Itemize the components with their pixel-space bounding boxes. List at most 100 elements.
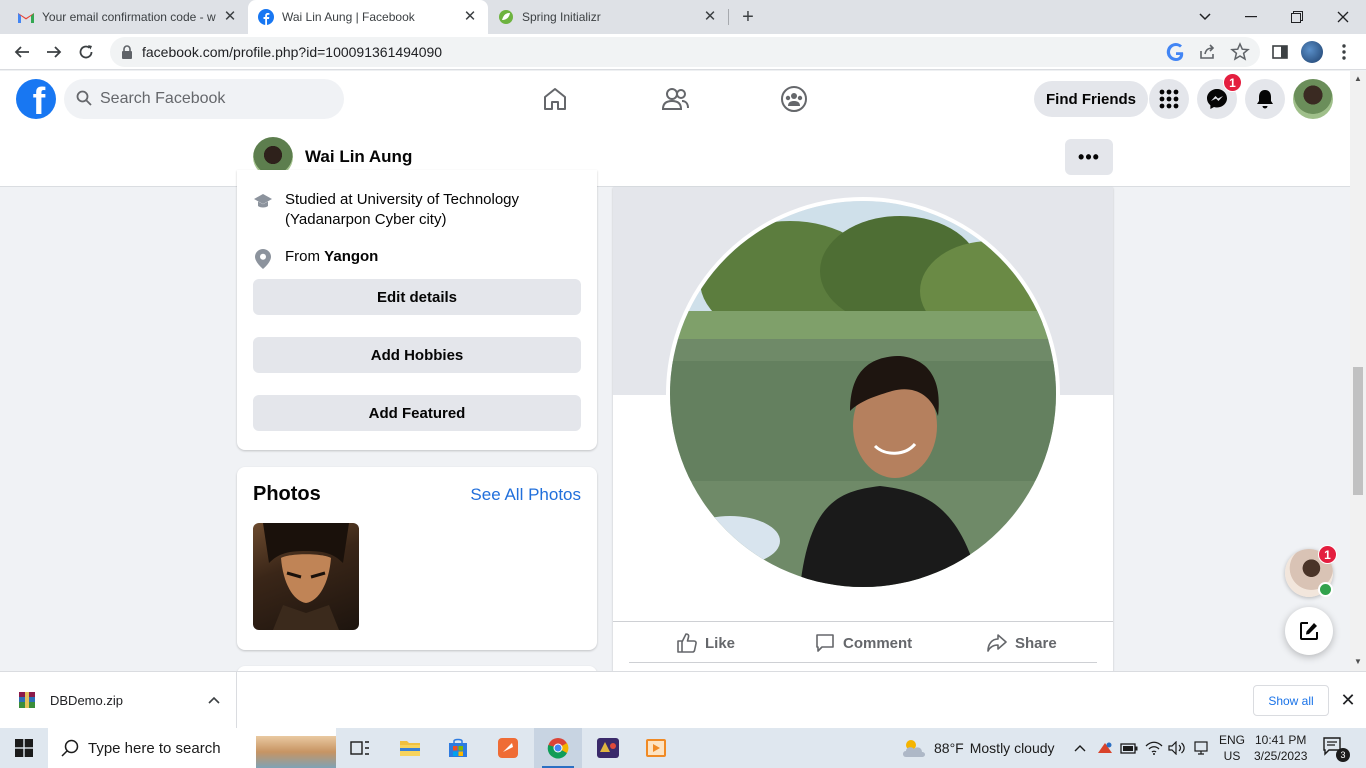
- like-label: Like: [705, 634, 736, 652]
- windows-taskbar: Type here to search 88°F Mostly cloudy E…: [0, 728, 1366, 768]
- display-button[interactable]: [1190, 728, 1212, 768]
- notifications-button[interactable]: [1245, 79, 1285, 119]
- new-tab-button[interactable]: +: [738, 7, 758, 27]
- language-indicator[interactable]: ENG US: [1219, 732, 1245, 764]
- search-input[interactable]: Search Facebook: [64, 79, 344, 119]
- minimize-button[interactable]: [1228, 0, 1274, 34]
- nav-groups[interactable]: [774, 83, 814, 115]
- close-window-button[interactable]: [1320, 0, 1366, 34]
- restore-icon: [1291, 11, 1303, 23]
- photos-title: Photos: [253, 483, 321, 505]
- facebook-header: f Search Facebook Find Friends 1: [0, 71, 1350, 128]
- start-button[interactable]: [0, 728, 48, 768]
- comment-button[interactable]: Comment: [815, 622, 912, 664]
- forward-button[interactable]: [42, 40, 66, 64]
- facebook-logo-icon[interactable]: f: [16, 79, 56, 119]
- scroll-up-icon[interactable]: ▲: [1354, 74, 1362, 83]
- show-hidden-icons-button[interactable]: [1070, 728, 1090, 768]
- home-icon: [544, 88, 566, 110]
- taskbar-search-input[interactable]: Type here to search: [48, 728, 336, 768]
- tab-separator: [728, 9, 729, 25]
- scrollbar-thumb[interactable]: [1353, 367, 1363, 495]
- address-bar[interactable]: facebook.com/profile.php?id=100091361494…: [110, 37, 1260, 67]
- tray-app-button[interactable]: [1094, 728, 1116, 768]
- volume-button[interactable]: [1166, 728, 1188, 768]
- show-all-downloads-button[interactable]: Show all: [1253, 685, 1329, 716]
- edit-details-button[interactable]: Edit details: [253, 279, 581, 315]
- back-button[interactable]: [10, 40, 34, 64]
- intro-card: Studied at University of Technology (Yad…: [237, 170, 597, 450]
- messenger-icon: [1207, 89, 1227, 109]
- add-featured-button[interactable]: Add Featured: [253, 395, 581, 431]
- chevron-up-icon[interactable]: [208, 696, 220, 704]
- photos-card: Photos See All Photos: [237, 467, 597, 650]
- close-icon[interactable]: ✕: [702, 9, 718, 25]
- region-code: US: [1223, 749, 1241, 763]
- arrow-left-icon: [14, 46, 29, 58]
- like-button[interactable]: Like: [677, 622, 735, 664]
- profile-button[interactable]: [1300, 40, 1324, 64]
- photo-thumbnail[interactable]: [253, 523, 359, 630]
- download-item[interactable]: DBDemo.zip: [0, 672, 237, 728]
- tab-title: Wai Lin Aung | Facebook: [282, 10, 415, 24]
- find-friends-button[interactable]: Find Friends: [1034, 81, 1148, 117]
- battery-icon: [1120, 743, 1138, 754]
- night-light-icon: [1194, 741, 1208, 755]
- search-icon: [61, 739, 79, 757]
- download-bar: DBDemo.zip Show all ✕: [0, 671, 1366, 728]
- page-scrollbar[interactable]: ▲ ▼: [1350, 71, 1366, 671]
- file-explorer-button[interactable]: [386, 728, 434, 768]
- friends-icon: [661, 88, 689, 110]
- hometown-place[interactable]: Yangon: [324, 247, 378, 269]
- google-icon[interactable]: [1166, 42, 1186, 62]
- reload-button[interactable]: [74, 40, 98, 64]
- battery-button[interactable]: [1118, 728, 1140, 768]
- close-icon[interactable]: ✕: [1339, 691, 1357, 709]
- location-pin-icon: [255, 249, 271, 269]
- language-code: ENG: [1219, 733, 1246, 747]
- profile-more-button[interactable]: •••: [1065, 139, 1113, 175]
- microsoft-store-button[interactable]: [434, 728, 482, 768]
- side-panel-button[interactable]: [1268, 40, 1292, 64]
- education-text: Studied at University of Technology (Yad…: [285, 191, 520, 228]
- task-view-button[interactable]: [336, 728, 384, 768]
- nav-friends[interactable]: [655, 83, 695, 115]
- scroll-down-icon[interactable]: ▼: [1354, 657, 1362, 666]
- star-icon[interactable]: [1230, 42, 1250, 62]
- address-bar-icons: [1166, 42, 1250, 62]
- clock[interactable]: 10:41 PM 3/25/2023: [1254, 732, 1307, 764]
- see-all-photos-link[interactable]: See All Photos: [470, 485, 581, 505]
- nav-home[interactable]: [535, 83, 575, 115]
- weather-widget[interactable]: 88°F Mostly cloudy: [900, 728, 1055, 768]
- download-filename: DBDemo.zip: [50, 692, 123, 708]
- groups-icon: [781, 86, 807, 112]
- profile-picture[interactable]: [666, 197, 1060, 591]
- restore-button[interactable]: [1274, 0, 1320, 34]
- chrome-icon: [547, 738, 569, 759]
- share-arrow-icon: [987, 634, 1007, 652]
- profile-name[interactable]: Wai Lin Aung: [305, 147, 412, 167]
- chrome-menu-button[interactable]: [1332, 40, 1356, 64]
- notification-count: 3: [1336, 748, 1350, 762]
- chrome-button[interactable]: [534, 728, 582, 768]
- close-icon[interactable]: ✕: [222, 9, 238, 25]
- account-avatar[interactable]: [1293, 79, 1333, 119]
- tab-facebook[interactable]: Wai Lin Aung | Facebook ✕: [248, 0, 488, 34]
- tab-gmail[interactable]: Your email confirmation code - w ✕: [8, 0, 248, 34]
- close-icon[interactable]: ✕: [462, 9, 478, 25]
- media-player-button[interactable]: [632, 728, 680, 768]
- share-icon[interactable]: [1198, 42, 1218, 62]
- wifi-button[interactable]: [1143, 728, 1165, 768]
- tab-search-button[interactable]: [1182, 0, 1228, 34]
- add-hobbies-button[interactable]: Add Hobbies: [253, 337, 581, 373]
- clock-date: 3/25/2023: [1254, 749, 1308, 763]
- postman-button[interactable]: [484, 728, 532, 768]
- menu-button[interactable]: [1149, 79, 1189, 119]
- minimize-icon: [1245, 16, 1257, 18]
- tab-spring[interactable]: Spring Initializr ✕: [488, 0, 728, 34]
- tab-title: Spring Initializr: [522, 10, 601, 24]
- new-message-button[interactable]: [1285, 607, 1333, 655]
- game-app-button[interactable]: [584, 728, 632, 768]
- notification-center-button[interactable]: 3: [1322, 736, 1350, 762]
- share-button[interactable]: Share: [987, 622, 1057, 664]
